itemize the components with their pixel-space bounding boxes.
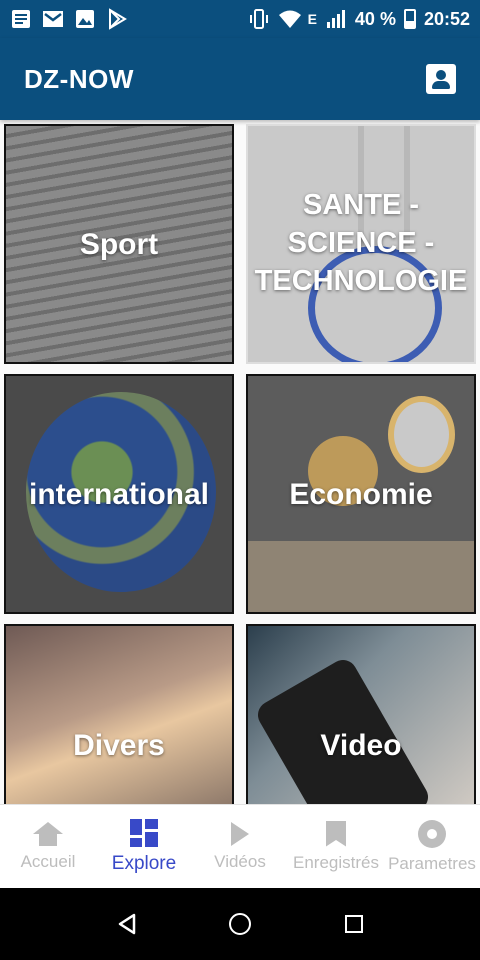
category-tile-divers[interactable]: Divers <box>4 624 234 804</box>
nav-label: Vidéos <box>214 851 266 871</box>
nav-item-enregistres[interactable]: Enregistrés <box>288 805 384 888</box>
status-bar: E 40 % 20:52 <box>0 0 480 38</box>
bottom-navigation: Accueil Explore Vidéos Enregistrés Param… <box>0 804 480 888</box>
battery-percent: 40 % <box>354 8 396 29</box>
bookmark-icon <box>326 820 346 847</box>
nav-item-videos[interactable]: Vidéos <box>192 805 288 888</box>
nav-item-accueil[interactable]: Accueil <box>0 805 96 888</box>
settings-icon <box>418 819 446 848</box>
category-label: Sport <box>79 227 159 261</box>
image-icon <box>74 8 96 30</box>
category-tile-international[interactable]: international <box>4 374 234 614</box>
category-label: SANTE - SCIENCE - TECHNOLOGIE <box>254 189 468 297</box>
vibrate-icon <box>248 8 270 30</box>
category-label: Video <box>320 728 402 762</box>
system-navigation-bar <box>0 888 480 960</box>
nav-label: Parametres <box>388 853 476 873</box>
back-icon[interactable] <box>117 913 136 935</box>
mail-icon <box>42 8 64 30</box>
app-title: DZ-NOW <box>24 63 134 94</box>
nav-label: Explore <box>111 852 177 874</box>
category-label: Economie <box>289 477 433 511</box>
account-box-icon[interactable] <box>426 64 456 94</box>
nav-label: Accueil <box>20 851 76 871</box>
nav-label: Enregistrés <box>293 852 379 872</box>
news-icon <box>10 8 32 30</box>
category-tile-video[interactable]: Video <box>246 624 476 804</box>
wifi-icon <box>278 8 301 30</box>
map-pins-image <box>6 626 232 804</box>
category-tile-sport[interactable]: Sport <box>4 124 234 364</box>
signal-icon <box>325 8 347 30</box>
phone-image <box>248 626 474 804</box>
clock: 20:52 <box>423 8 470 29</box>
recent-apps-icon[interactable] <box>345 915 363 933</box>
nav-item-explore[interactable]: Explore <box>96 805 192 888</box>
play-icon <box>231 821 249 846</box>
category-tile-sante[interactable]: SANTE - SCIENCE - TECHNOLOGIE <box>246 124 476 364</box>
play-store-icon <box>106 8 128 30</box>
nav-item-parametres[interactable]: Parametres <box>384 805 480 888</box>
category-grid: Sport SANTE - SCIENCE - TECHNOLOGIE inte… <box>0 124 480 804</box>
category-tile-economie[interactable]: Economie <box>246 374 476 614</box>
home-circle-icon[interactable] <box>229 913 251 935</box>
home-icon <box>33 821 63 846</box>
app-bar: DZ-NOW <box>0 38 480 120</box>
category-label: Divers <box>73 728 165 762</box>
battery-icon <box>403 9 416 29</box>
network-type: E <box>307 11 317 27</box>
dashboard-icon <box>130 818 158 847</box>
category-label: international <box>28 477 209 511</box>
